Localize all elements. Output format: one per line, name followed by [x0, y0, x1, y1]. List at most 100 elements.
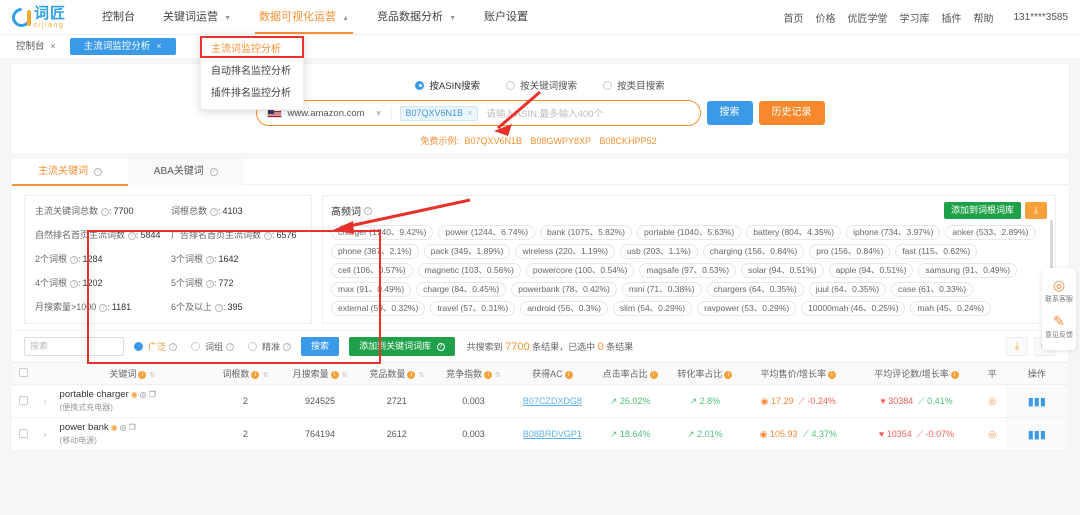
info-icon[interactable]: i	[564, 371, 573, 379]
dropdown-item-mainstream-keyword-monitoring[interactable]: 主流词监控分析	[201, 39, 303, 61]
info-icon[interactable]: ?	[436, 343, 445, 351]
asin-chip[interactable]: B07QXV6N1B ×	[399, 105, 479, 121]
info-icon[interactable]: ?	[99, 304, 108, 312]
example-asin-2[interactable]: B08GWPY8XP	[531, 136, 592, 146]
sort-icon[interactable]: ⇅	[262, 372, 268, 379]
tab-aba-keywords[interactable]: ABA关键词 ?	[127, 159, 244, 185]
info-icon[interactable]: i	[950, 371, 959, 379]
copy-icon[interactable]: ❐	[129, 423, 136, 432]
sort-icon[interactable]: ⇅	[495, 372, 501, 379]
high-frequency-chip[interactable]: power (1244、6.74%)	[438, 225, 536, 240]
search-icon[interactable]: ◎	[140, 390, 147, 399]
close-icon[interactable]: ×	[156, 38, 161, 55]
info-icon[interactable]: i	[251, 371, 260, 379]
header-monthly-search[interactable]: 月搜索量 i ⇅	[281, 362, 359, 385]
dropdown-item-auto-rank-monitoring[interactable]: 自动排名监控分析	[201, 61, 303, 83]
nav-learning-library[interactable]: 学习库	[894, 10, 936, 25]
info-icon[interactable]: ?	[226, 342, 235, 351]
high-frequency-chip[interactable]: case (61、0.33%)	[891, 282, 974, 297]
high-frequency-chip[interactable]: fast (115、0.62%)	[895, 244, 978, 259]
info-icon[interactable]: ?	[210, 208, 219, 216]
nav-help[interactable]: 帮助	[968, 10, 1000, 25]
high-frequency-chip[interactable]: apple (94、0.51%)	[828, 263, 914, 278]
checkbox-icon[interactable]	[18, 428, 28, 438]
export-icon[interactable]: ⤓	[1006, 337, 1028, 356]
checkbox-icon[interactable]	[18, 395, 28, 405]
ac-asin-cell[interactable]: B07CZDXDG8	[511, 384, 593, 418]
high-frequency-chip[interactable]: wireless (220、1.19%)	[515, 244, 615, 259]
info-icon[interactable]: ?	[264, 232, 273, 240]
high-frequency-chip[interactable]: magsafe (97、0.53%)	[639, 263, 737, 278]
row-checkbox-cell[interactable]	[12, 384, 35, 418]
copy-icon[interactable]: ❐	[149, 390, 156, 399]
high-frequency-chip[interactable]: battery (804、4.35%)	[746, 225, 842, 240]
chart-icon[interactable]: ▮▮▮	[1028, 396, 1046, 408]
high-frequency-chip[interactable]: max (91、0.49%)	[331, 282, 412, 297]
nav-academy[interactable]: 优匠学堂	[842, 10, 894, 25]
nav-home[interactable]: 首页	[778, 10, 810, 25]
high-frequency-chip[interactable]: charging (156、0.84%)	[702, 244, 805, 259]
row-checkbox-cell[interactable]	[12, 417, 35, 451]
info-icon[interactable]: i	[724, 371, 733, 379]
dropdown-item-plugin-rank-monitoring[interactable]: 插件排名监控分析	[201, 83, 303, 105]
header-competitor-count[interactable]: 竞品数量 i ⇅	[358, 362, 436, 385]
row-expand-cell[interactable]: ›	[34, 417, 56, 451]
high-frequency-chip[interactable]: android (56、0.3%)	[520, 301, 608, 316]
table-row[interactable]: › power bank ◉ ◎ ❐ (移动电源) 2 764194 2612 0.003 B08B…	[12, 417, 1068, 451]
asin-search-box[interactable]: www.amazon.com ▼ B07QXV6N1B × 请输入ASIN,最多…	[255, 100, 701, 126]
asin-link[interactable]: B07CZDXDG8	[523, 396, 582, 406]
menu-item-account-settings[interactable]: 账户设置	[470, 0, 542, 34]
example-asin-3[interactable]: B08CKHPP52	[600, 136, 657, 146]
menu-item-keyword-ops[interactable]: 关键词运营 ▼	[149, 0, 245, 34]
info-icon[interactable]: ?	[215, 304, 224, 312]
high-frequency-chip[interactable]: juul (64、0.35%)	[808, 282, 887, 297]
info-icon[interactable]: ?	[206, 280, 215, 288]
high-frequency-chip[interactable]: pro (156、0.84%)	[809, 244, 891, 259]
high-frequency-chip[interactable]: portable (1040、5.63%)	[637, 225, 742, 240]
header-keyword[interactable]: 关键词 i ⇅	[55, 362, 210, 385]
high-frequency-chip[interactable]: 10000mah (46、0.25%)	[801, 301, 906, 316]
header-avg-reviews-growth[interactable]: 平均评论数/增长率 i	[854, 362, 979, 385]
row-expand-cell[interactable]: ›	[34, 384, 56, 418]
info-icon[interactable]: i	[407, 371, 416, 379]
high-frequency-chip[interactable]: charge (84、0.45%)	[416, 282, 507, 297]
account-phone[interactable]: 131****3585	[1000, 12, 1069, 23]
high-frequency-chip[interactable]: cell (106、0.57%)	[331, 263, 413, 278]
nav-pricing[interactable]: 价格	[810, 10, 842, 25]
checkbox-icon[interactable]	[18, 368, 28, 377]
info-icon[interactable]: ?	[101, 208, 110, 216]
header-conversion-rate[interactable]: 转化率占比 i	[667, 362, 743, 385]
info-icon[interactable]: i	[649, 371, 658, 379]
high-frequency-chip[interactable]: pack (349、1.89%)	[423, 244, 511, 259]
header-root-count[interactable]: 词根数 i ⇅	[209, 362, 282, 385]
tab-mainstream-keyword-monitoring[interactable]: 主流词监控分析 ×	[69, 38, 176, 55]
filter-search-button[interactable]: 搜索	[301, 337, 340, 356]
close-icon[interactable]: ×	[51, 38, 56, 55]
info-icon[interactable]: ?	[169, 342, 178, 351]
download-icon[interactable]: ⤓	[1025, 202, 1047, 219]
radio-phrase-match[interactable]: 词组 ?	[191, 340, 235, 353]
chart-icon[interactable]: ▮▮▮	[1028, 429, 1046, 441]
contact-support-button[interactable]: ◎ 联系客服	[1042, 273, 1076, 309]
menu-item-competitor-analysis[interactable]: 竞品数据分析 ▼	[363, 0, 470, 34]
sort-icon[interactable]: ⇅	[418, 372, 424, 379]
radio-broad-match[interactable]: 广泛 ?	[134, 340, 178, 353]
search-icon[interactable]: ◎	[120, 423, 127, 432]
high-frequency-chip[interactable]: solar (94、0.51%)	[741, 263, 824, 278]
high-frequency-chip[interactable]: phone (387、2.1%)	[331, 244, 419, 259]
nav-plugin[interactable]: 插件	[936, 10, 968, 25]
high-frequency-chip[interactable]: external (59、0.32%)	[331, 301, 426, 316]
high-frequency-chip[interactable]: mah (45、0.24%)	[910, 301, 992, 316]
radio-exact-match[interactable]: 精准 ?	[248, 340, 292, 353]
tab-console[interactable]: 控制台 ×	[8, 38, 64, 55]
high-frequency-chip[interactable]: magnetic (103、0.56%)	[417, 263, 521, 278]
info-icon[interactable]: ?	[364, 206, 372, 215]
radio-search-by-keyword[interactable]: 按关键词搜索	[506, 78, 577, 92]
high-frequency-chip[interactable]: slim (54、0.29%)	[612, 301, 693, 316]
asin-link[interactable]: B08BRDVGP1	[523, 429, 582, 439]
app-logo[interactable]: 词匠 cijiang	[8, 3, 66, 31]
keyword-search-input[interactable]: 搜索	[24, 337, 124, 356]
high-frequency-chip[interactable]: bank (1075、5.82%)	[540, 225, 633, 240]
info-icon[interactable]: i	[330, 371, 339, 379]
high-frequency-chip[interactable]: anker (533、2.89%)	[945, 225, 1036, 240]
